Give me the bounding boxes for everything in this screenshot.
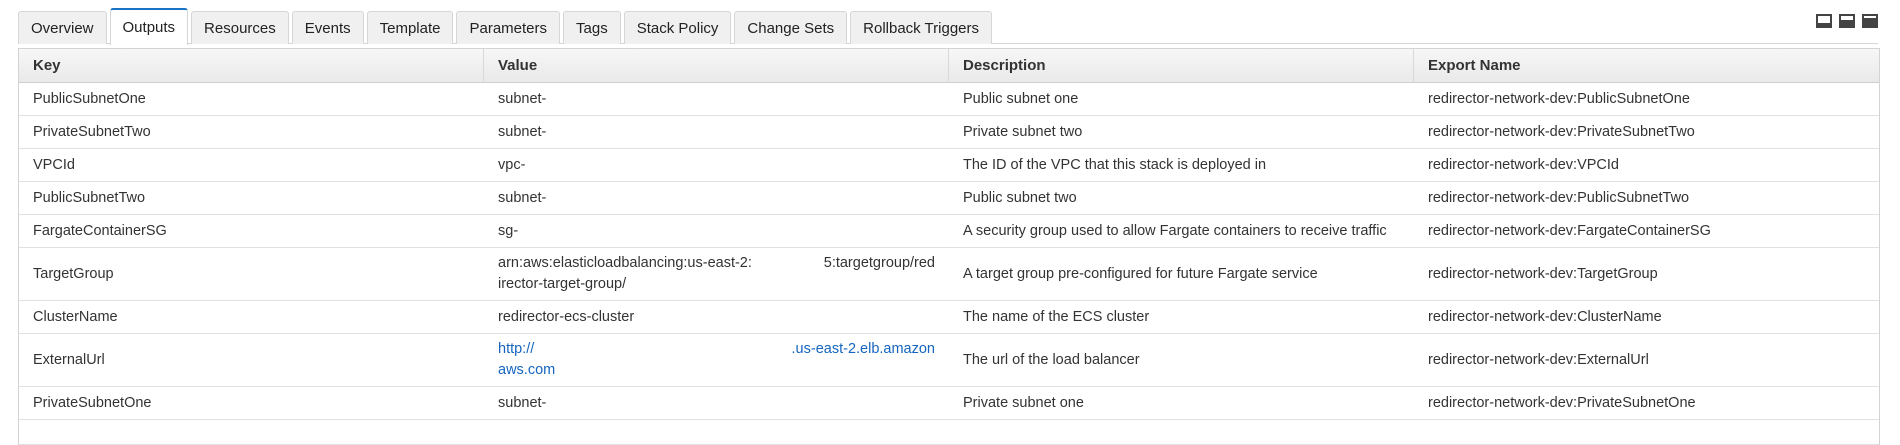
tab-parameters[interactable]: Parameters bbox=[456, 11, 561, 44]
tab-change-sets[interactable]: Change Sets bbox=[734, 11, 848, 44]
url-line: http:// bbox=[498, 341, 535, 357]
export-name-cell: redirector-network-dev:ClusterName bbox=[1428, 308, 1662, 325]
column-header-value[interactable]: Value bbox=[484, 49, 949, 82]
description-cell: A security group used to allow Fargate c… bbox=[963, 222, 1387, 239]
value-cell: subnet- bbox=[498, 394, 547, 411]
tab-overview[interactable]: Overview bbox=[18, 11, 107, 44]
export-name-cell: redirector-network-dev:TargetGroup bbox=[1428, 265, 1658, 282]
panel-maximize-icon[interactable] bbox=[1862, 14, 1878, 28]
description-cell: Private subnet two bbox=[963, 123, 1083, 140]
description-cell: The url of the load balancer bbox=[963, 351, 1140, 368]
description-cell: Public subnet two bbox=[963, 189, 1077, 206]
column-header-key[interactable]: Key bbox=[19, 49, 484, 82]
tab-stack-policy[interactable]: Stack Policy bbox=[623, 11, 732, 44]
value-line: irector-target-group/ bbox=[498, 276, 627, 292]
export-name-cell: redirector-network-dev:PrivateSubnetTwo bbox=[1428, 123, 1695, 140]
url-line-tail: .us-east-2.elb.amazon bbox=[791, 341, 935, 357]
tab-template[interactable]: Template bbox=[366, 11, 454, 44]
export-name-cell: redirector-network-dev:PublicSubnetTwo bbox=[1428, 189, 1690, 206]
table-row[interactable]: PublicSubnetTwo subnet- Public subnet tw… bbox=[19, 182, 1879, 215]
value-cell: subnet- bbox=[498, 90, 547, 107]
table-row-empty bbox=[19, 420, 1879, 445]
tab-bar: Overview Outputs Resources Events Templa… bbox=[18, 7, 1878, 45]
value-cell: vpc- bbox=[498, 156, 526, 173]
key-cell: TargetGroup bbox=[33, 265, 114, 282]
key-cell: PublicSubnetOne bbox=[33, 90, 146, 107]
description-cell: The name of the ECS cluster bbox=[963, 308, 1150, 325]
tab-rollback-triggers[interactable]: Rollback Triggers bbox=[850, 11, 993, 44]
value-cell: subnet- bbox=[498, 189, 547, 206]
export-name-cell: redirector-network-dev:VPCId bbox=[1428, 156, 1619, 173]
tab-resources[interactable]: Resources bbox=[191, 11, 289, 44]
value-line: arn:aws:elasticloadbalancing:us-east-2: bbox=[498, 255, 752, 271]
tab-events[interactable]: Events bbox=[291, 11, 364, 44]
tab-tags[interactable]: Tags bbox=[563, 11, 621, 44]
description-cell: Public subnet one bbox=[963, 90, 1079, 107]
table-row[interactable]: FargateContainerSG sg- A security group … bbox=[19, 215, 1879, 248]
description-cell: The ID of the VPC that this stack is dep… bbox=[963, 156, 1267, 173]
description-cell: A target group pre-configured for future… bbox=[963, 265, 1318, 282]
export-name-cell: redirector-network-dev:PrivateSubnetOne bbox=[1428, 394, 1696, 411]
outputs-table: Key Value Description Export Name Public… bbox=[18, 48, 1880, 445]
panel-size-controls bbox=[1816, 14, 1878, 28]
table-row[interactable]: VPCId vpc- The ID of the VPC that this s… bbox=[19, 149, 1879, 182]
export-name-cell: redirector-network-dev:FargateContainerS… bbox=[1428, 222, 1711, 239]
table-row[interactable]: TargetGroup arn:aws:elasticloadbalancing… bbox=[19, 248, 1879, 301]
column-header-export-name[interactable]: Export Name bbox=[1414, 49, 1879, 82]
key-cell: VPCId bbox=[33, 156, 75, 173]
table-row[interactable]: ClusterName redirector-ecs-cluster The n… bbox=[19, 301, 1879, 334]
table-row[interactable]: PublicSubnetOne subnet- Public subnet on… bbox=[19, 83, 1879, 116]
value-cell: subnet- bbox=[498, 123, 547, 140]
panel-bottom-half-icon[interactable] bbox=[1839, 14, 1855, 28]
tab-outputs[interactable]: Outputs bbox=[109, 8, 189, 45]
table-row[interactable]: PrivateSubnetOne subnet- Private subnet … bbox=[19, 387, 1879, 420]
table-row[interactable]: PrivateSubnetTwo subnet- Private subnet … bbox=[19, 116, 1879, 149]
key-cell: FargateContainerSG bbox=[33, 222, 167, 239]
external-url-link[interactable]: http:// .us-east-2.elb.amazon aws.com bbox=[484, 334, 949, 386]
value-cell: sg- bbox=[498, 222, 519, 239]
column-header-description[interactable]: Description bbox=[949, 49, 1414, 82]
value-cell: redirector-ecs-cluster bbox=[498, 308, 635, 325]
export-name-cell: redirector-network-dev:PublicSubnetOne bbox=[1428, 90, 1690, 107]
panel-bottom-small-icon[interactable] bbox=[1816, 14, 1832, 28]
table-row[interactable]: ExternalUrl http:// .us-east-2.elb.amazo… bbox=[19, 334, 1879, 387]
value-line-tail: 5:targetgroup/red bbox=[823, 255, 935, 271]
table-header: Key Value Description Export Name bbox=[19, 49, 1879, 83]
key-cell: PublicSubnetTwo bbox=[33, 189, 146, 206]
export-name-cell: redirector-network-dev:ExternalUrl bbox=[1428, 351, 1649, 368]
key-cell: ClusterName bbox=[33, 308, 118, 325]
description-cell: Private subnet one bbox=[963, 394, 1084, 411]
value-cell: arn:aws:elasticloadbalancing:us-east-2: … bbox=[484, 248, 949, 300]
tab-list: Overview Outputs Resources Events Templa… bbox=[18, 7, 995, 45]
key-cell: PrivateSubnetOne bbox=[33, 394, 152, 411]
key-cell: PrivateSubnetTwo bbox=[33, 123, 151, 140]
key-cell: ExternalUrl bbox=[33, 351, 105, 368]
url-line: aws.com bbox=[498, 362, 556, 378]
